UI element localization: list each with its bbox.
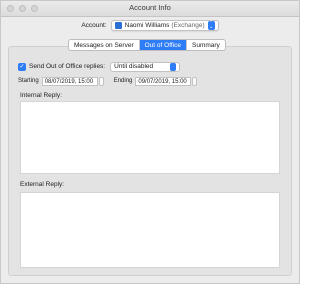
ending-label: Ending	[113, 78, 133, 84]
internal-reply-textarea[interactable]	[20, 101, 280, 174]
window-title: Account Info	[129, 3, 171, 12]
account-info-window: Account Info Account: Naomi Williams (Ex…	[0, 0, 300, 284]
account-row: Account: Naomi Williams (Exchange) ⌃ ⌄	[1, 18, 299, 32]
external-reply-label: External Reply:	[20, 181, 65, 188]
tab-out-of-office[interactable]: Out of Office	[139, 40, 187, 50]
send-replies-row: ✓ Send Out of Office replies: Until disa…	[18, 61, 181, 72]
ending-date-stepper[interactable]	[192, 76, 198, 86]
send-replies-label: Send Out of Office replies:	[29, 63, 106, 70]
internal-reply-label: Internal Reply:	[20, 92, 62, 99]
popup-arrows-icon: ⌃ ⌄	[207, 19, 215, 30]
account-popup[interactable]: Naomi Williams (Exchange) ⌃ ⌄	[110, 19, 219, 31]
date-range-row: Starting 08/07/2019, 15:00 Ending 09/07/…	[18, 76, 198, 86]
send-replies-checkbox[interactable]: ✓	[18, 62, 26, 71]
external-reply-textarea[interactable]	[20, 192, 280, 268]
account-type: (Exchange)	[171, 21, 205, 29]
title-bar: Account Info	[1, 1, 299, 17]
account-label: Account:	[81, 21, 107, 29]
ending-date-field[interactable]: 09/07/2019, 15:00	[135, 76, 192, 86]
exchange-account-icon	[114, 21, 122, 29]
tab-summary[interactable]: Summary	[187, 40, 225, 50]
checkmark-icon: ✓	[19, 63, 25, 70]
starting-date-stepper[interactable]	[98, 76, 104, 86]
account-name: Naomi Williams	[124, 21, 170, 29]
tab-bar: Messages on Server Out of Office Summary	[68, 39, 226, 51]
duration-select[interactable]: Until disabled	[110, 61, 181, 72]
duration-value: Until disabled	[114, 63, 154, 70]
starting-date-field[interactable]: 08/07/2019, 15:00	[41, 76, 98, 86]
tab-messages-on-server[interactable]: Messages on Server	[69, 40, 140, 50]
starting-label: Starting	[18, 78, 39, 84]
popup-arrows-icon	[170, 62, 177, 71]
